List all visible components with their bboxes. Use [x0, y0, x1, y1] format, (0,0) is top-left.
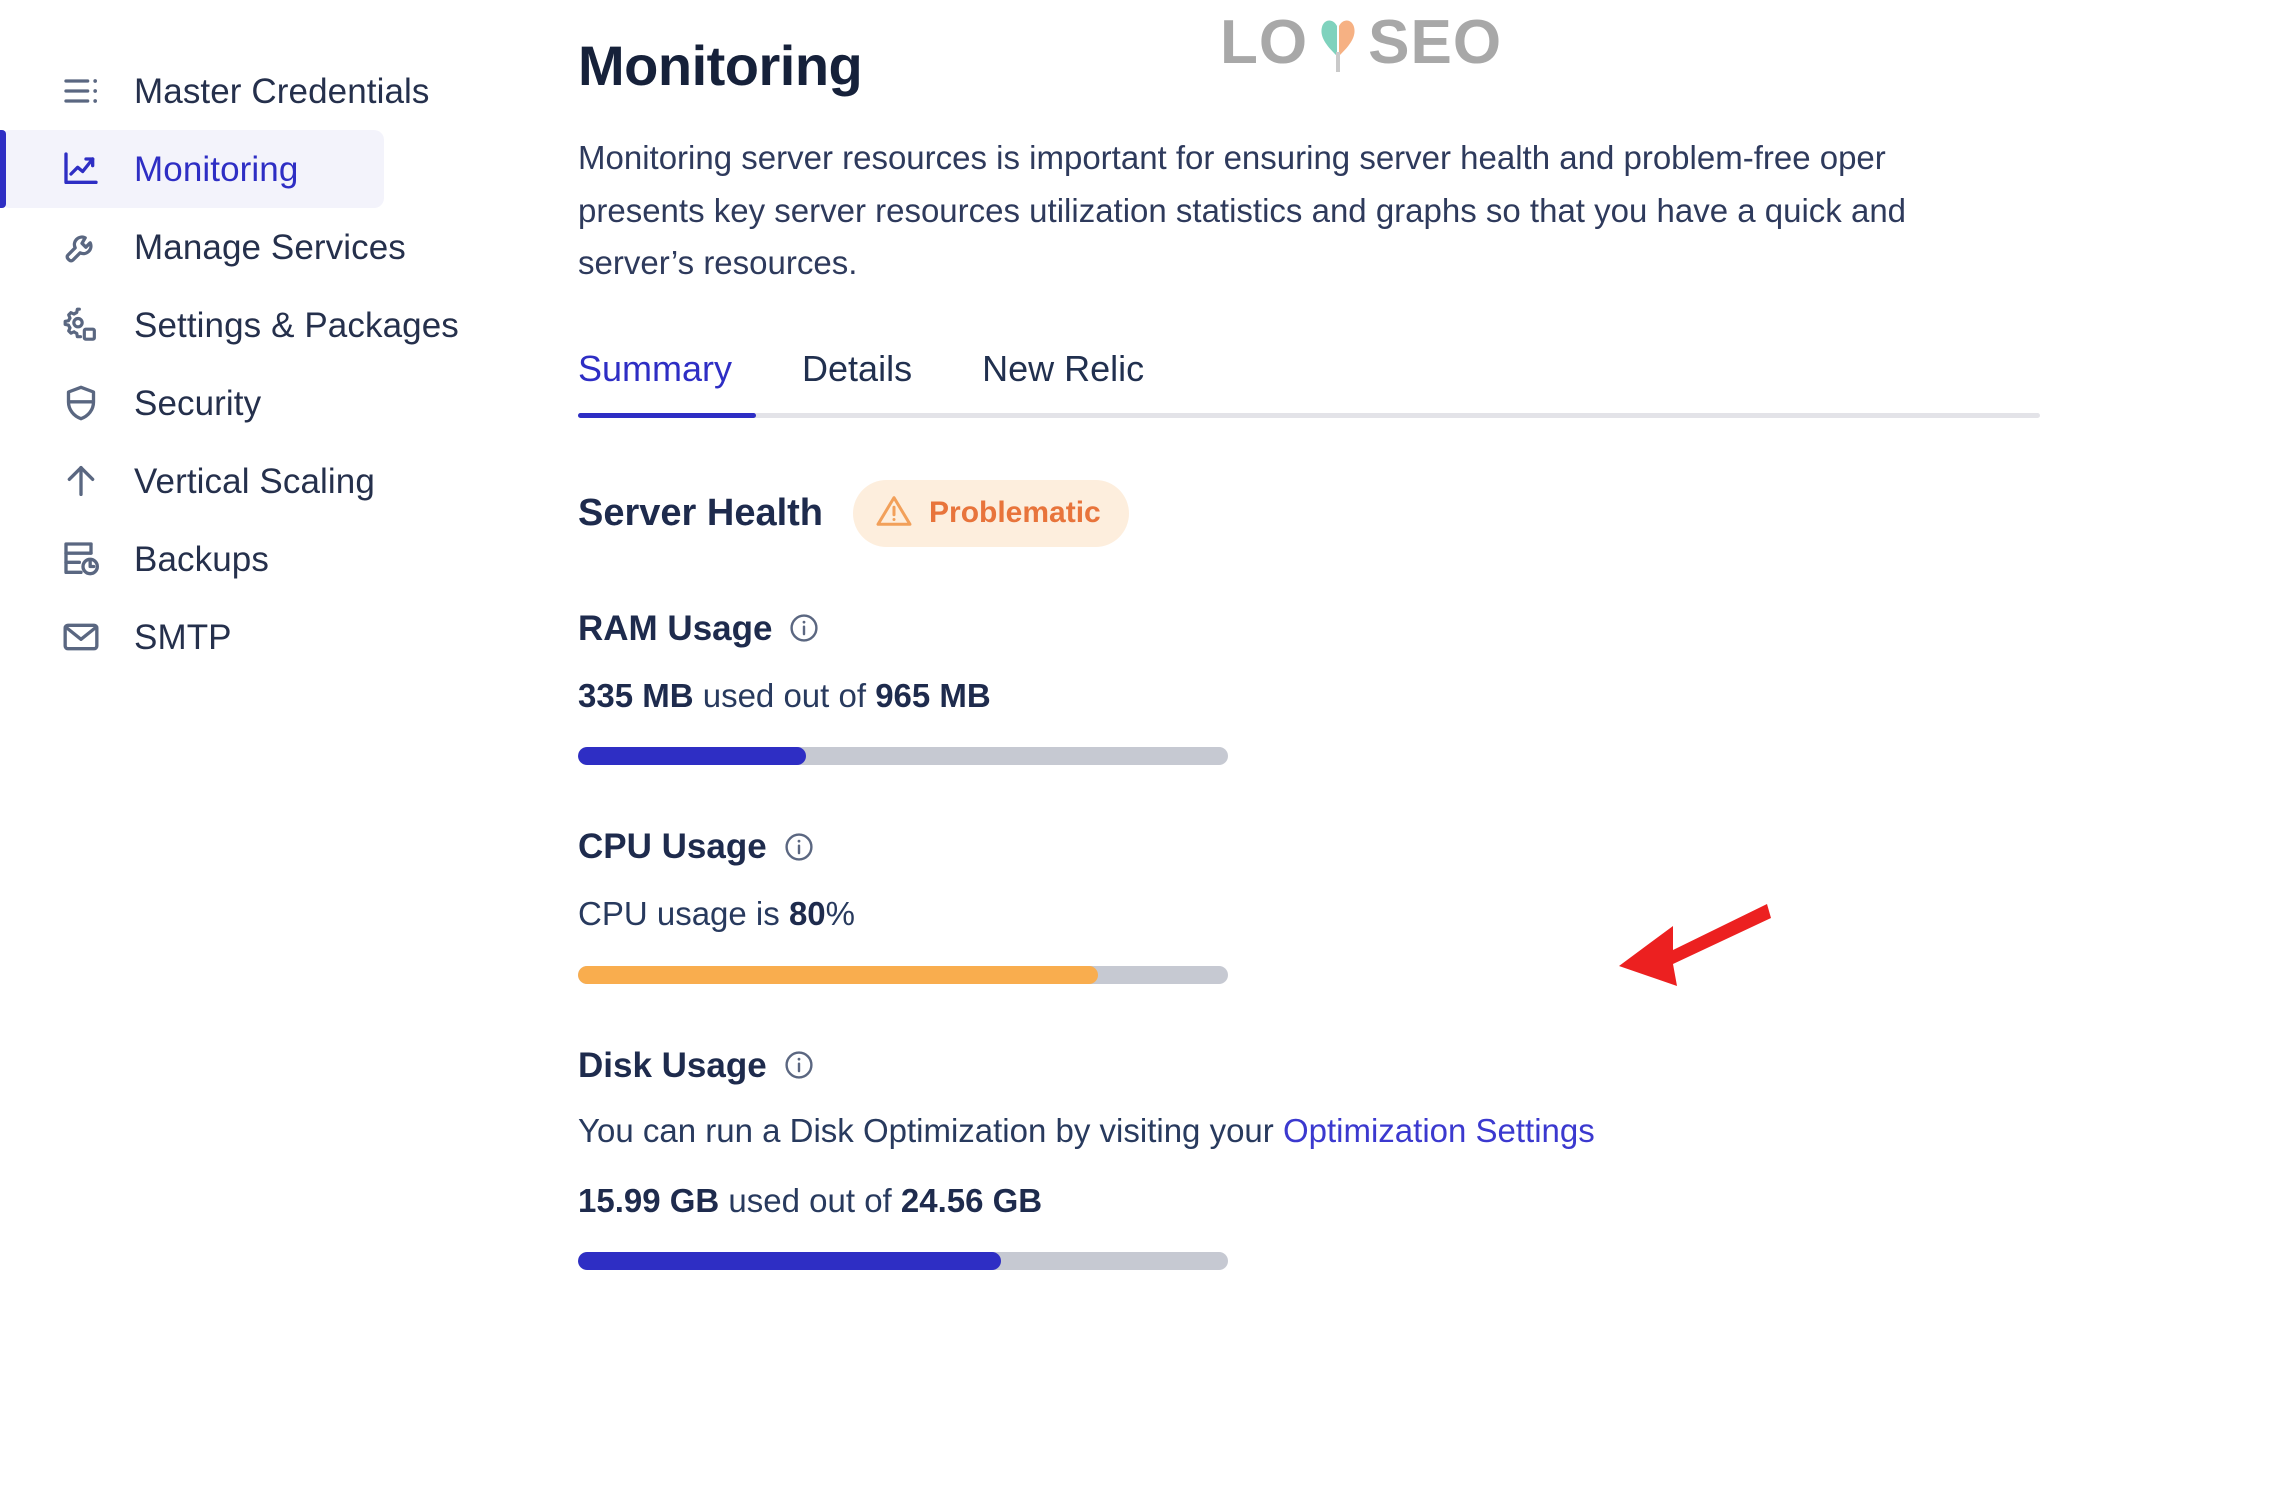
monitoring-page: Master Credentials Monitoring Manage Ser… — [0, 0, 2278, 1502]
metric-title: RAM Usage — [578, 608, 773, 648]
sidebar-item-vertical-scaling[interactable]: Vertical Scaling — [0, 442, 384, 520]
sidebar-item-security[interactable]: Security — [0, 364, 384, 442]
info-circle-icon[interactable] — [783, 831, 815, 863]
metric-title: Disk Usage — [578, 1045, 767, 1085]
arrow-up-icon — [60, 460, 102, 502]
ram-progress-fill — [578, 747, 806, 766]
cpu-progress-bar[interactable] — [578, 965, 1228, 984]
disk-note-prefix: You can run a Disk Optimization by visit… — [578, 1111, 1283, 1149]
metric-value-text: CPU usage is 80% — [578, 894, 2278, 934]
tab-details[interactable]: Details — [802, 350, 912, 413]
sidebar-item-label: Master Credentials — [134, 71, 430, 111]
info-circle-icon[interactable] — [783, 1049, 815, 1081]
tab-summary[interactable]: Summary — [578, 350, 732, 413]
sidebar-item-label: SMTP — [134, 617, 232, 657]
page-description: Monitoring server resources is important… — [578, 132, 2278, 288]
metric-value-text: 15.99 GB used out of 24.56 GB — [578, 1181, 2278, 1221]
page-title: Monitoring — [578, 34, 863, 97]
cpu-sentence-prefix: CPU usage is — [578, 895, 789, 933]
sidebar-item-smtp[interactable]: SMTP — [0, 598, 384, 676]
ram-progress-bar[interactable] — [578, 747, 1228, 766]
envelope-icon — [60, 616, 102, 658]
cpu-sentence-suffix: % — [825, 895, 855, 933]
sidebar-item-label: Backups — [134, 539, 269, 579]
sidebar-item-label: Monitoring — [134, 149, 299, 189]
sidebar-item-label: Settings & Packages — [134, 305, 459, 345]
metric-used-value: 335 MB — [578, 676, 694, 714]
metric-title: CPU Usage — [578, 827, 767, 867]
metric-middle-text: used out of — [693, 676, 876, 714]
metric-used-value: 15.99 GB — [578, 1181, 720, 1219]
tab-bar: Summary Details New Relic — [578, 350, 2040, 418]
metric-value-text: 335 MB used out of 965 MB — [578, 676, 2278, 716]
metric-ram-usage: RAM Usage 335 MB used out of 965 MB — [578, 611, 2278, 766]
metric-disk-usage: Disk Usage You can run a Disk Optimizati… — [578, 1045, 2278, 1271]
shield-icon — [60, 382, 102, 424]
metric-middle-text: used out of — [719, 1181, 901, 1219]
wrench-icon — [60, 226, 102, 268]
warning-triangle-icon — [875, 492, 913, 535]
disk-optimization-note: You can run a Disk Optimization by visit… — [578, 1111, 2278, 1151]
info-circle-icon[interactable] — [788, 612, 820, 644]
sidebar-item-label: Manage Services — [134, 227, 406, 267]
sidebar-item-label: Vertical Scaling — [134, 461, 375, 501]
optimization-settings-link[interactable]: Optimization Settings — [1283, 1112, 1595, 1149]
cpu-percent-value: 80 — [788, 895, 826, 933]
status-badge: Problematic — [853, 479, 1129, 547]
tab-underline-track — [578, 412, 2040, 418]
backup-icon — [60, 538, 102, 580]
sidebar-item-label: Security — [134, 383, 262, 423]
metric-total-value: 24.56 GB — [900, 1181, 1043, 1219]
metric-total-value: 965 MB — [875, 676, 991, 714]
chart-line-icon — [60, 148, 102, 190]
sidebar-item-settings-packages[interactable]: Settings & Packages — [0, 286, 459, 364]
tab-new-relic[interactable]: New Relic — [982, 350, 1144, 413]
list-menu-icon — [60, 70, 102, 112]
sidebar-item-backups[interactable]: Backups — [0, 520, 384, 598]
sidebar-item-master-credentials[interactable]: Master Credentials — [0, 52, 429, 130]
server-health-title: Server Health — [578, 492, 824, 535]
sidebar-item-manage-services[interactable]: Manage Services — [0, 208, 406, 286]
disk-progress-fill — [578, 1252, 1001, 1271]
main-content: LO SEO Monitoring Monitoring server reso… — [560, 0, 2278, 1502]
description-line-1: Monitoring server resources is important… — [578, 139, 1886, 177]
server-health-row: Server Health Problematic — [578, 479, 2278, 547]
sidebar-item-monitoring[interactable]: Monitoring — [0, 130, 384, 208]
description-line-3: server’s resources. — [578, 243, 858, 281]
sidebar-nav: Master Credentials Monitoring Manage Ser… — [0, 0, 560, 676]
description-line-2: presents key server resources utilizatio… — [578, 191, 1907, 229]
disk-progress-bar[interactable] — [578, 1252, 1228, 1271]
gear-icon — [60, 304, 102, 346]
tab-underline-active — [578, 412, 756, 418]
status-badge-label: Problematic — [929, 496, 1101, 530]
metric-cpu-usage: CPU Usage CPU usage is 80% — [578, 829, 2278, 984]
cpu-progress-fill — [578, 965, 1098, 984]
